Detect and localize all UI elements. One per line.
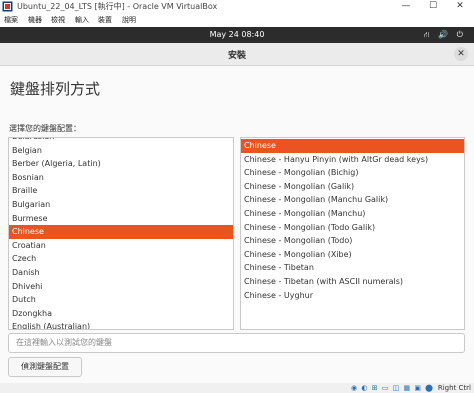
variant-list-item[interactable]: Chinese - Mongolian (Todo)	[241, 234, 464, 248]
dialog-close-button[interactable]: ✕	[454, 47, 468, 61]
virtualbox-app-icon	[2, 1, 13, 12]
layout-list-item[interactable]: Danish	[9, 266, 233, 280]
vbox-title-bar: Ubuntu_22_04_LTS [執行中] - Oracle VM Virtu…	[0, 0, 474, 13]
variant-list-item[interactable]: Chinese - Uyghur	[241, 289, 464, 303]
keyboard-layout-list[interactable]: BelarusianBelgianBerber (Algeria, Latin)…	[8, 137, 234, 330]
variant-list-item[interactable]: Chinese - Mongolian (Galik)	[241, 180, 464, 194]
window-title: Ubuntu_22_04_LTS [執行中] - Oracle VM Virtu…	[17, 2, 218, 11]
layout-list-item[interactable]: Dzongkha	[9, 307, 233, 321]
system-tray-icons[interactable]: ⛙ 🔊 ⏻	[424, 30, 466, 40]
dialog-title: 安裝	[227, 51, 246, 61]
variant-list-item[interactable]: Chinese - Mongolian (Todo Galik)	[241, 221, 464, 235]
layout-list-item[interactable]: Bulgarian	[9, 198, 233, 212]
detect-layout-button[interactable]: 偵測鍵盤配置	[8, 357, 82, 377]
host-key-label: Right Ctrl	[437, 384, 471, 392]
menu-input[interactable]: 輸入	[75, 15, 89, 25]
maximize-button[interactable]: ☐	[423, 0, 443, 13]
layout-list-item[interactable]: Dhivehi	[9, 280, 233, 294]
close-window-button[interactable]: ✕	[450, 0, 470, 13]
variant-list-item[interactable]: Chinese - Tibetan	[241, 261, 464, 275]
page-title: 鍵盤排列方式	[10, 80, 101, 98]
menu-machine[interactable]: 機器	[28, 15, 42, 25]
variant-list-item[interactable]: Chinese - Mongolian (Manchu Galik)	[241, 193, 464, 207]
layout-list-item[interactable]: Dutch	[9, 293, 233, 307]
variant-list-item[interactable]: Chinese - Mongolian (Bichig)	[241, 166, 464, 180]
layout-list-label: 選擇您的鍵盤配置：	[9, 124, 81, 133]
vbox-menu-bar: 檔案 機器 檢視 輸入 裝置 說明	[0, 14, 474, 26]
layout-list-item[interactable]: Burmese	[9, 212, 233, 226]
layout-list-item[interactable]: Belgian	[9, 144, 233, 158]
menu-help[interactable]: 說明	[122, 15, 136, 25]
menu-view[interactable]: 檢視	[51, 15, 65, 25]
keyboard-variant-list[interactable]: Chinese Chinese - Hanyu Pinyin (with AltG…	[240, 137, 465, 330]
menu-devices[interactable]: 裝置	[98, 15, 112, 25]
layout-list-item[interactable]: Chinese	[9, 225, 233, 239]
minimize-button[interactable]: —	[396, 0, 416, 13]
menu-file[interactable]: 檔案	[4, 15, 18, 25]
variant-list-item[interactable]: Chinese - Mongolian (Xibe)	[241, 248, 464, 262]
ubuntu-top-bar: May 24 08:40 ⛙ 🔊 ⏻	[0, 27, 474, 43]
variant-list-item[interactable]: Chinese - Tibetan (with ASCII numerals)	[241, 275, 464, 289]
layout-list-item[interactable]: Czech	[9, 252, 233, 266]
layout-list-item[interactable]: Braille	[9, 184, 233, 198]
layout-list-item[interactable]: Berber (Algeria, Latin)	[9, 157, 233, 171]
layout-list-item[interactable]: English (Australian)	[9, 320, 233, 329]
variant-list-item[interactable]: Chinese - Hanyu Pinyin (with AltGr dead …	[241, 153, 464, 167]
variant-list-item[interactable]: Chinese	[241, 139, 464, 153]
dialog-header: 安裝 ✕	[0, 43, 474, 66]
layout-list-item[interactable]: Croatian	[9, 239, 233, 253]
variant-list-item[interactable]: Chinese - Mongolian (Manchu)	[241, 207, 464, 221]
vbox-status-icons[interactable]: ◉ ◐ ⊞ ▭ ◫ ▦ ▣ ⬤	[351, 384, 434, 392]
vbox-status-bar: ◉ ◐ ⊞ ▭ ◫ ▦ ▣ ⬤ Right Ctrl	[0, 383, 474, 393]
keyboard-test-input[interactable]: 在這裡輸入以測試您的鍵盤	[8, 333, 465, 353]
layout-list-item[interactable]: Belarusian	[9, 138, 233, 144]
clock[interactable]: May 24 08:40	[0, 30, 474, 39]
layout-list-item[interactable]: Bosnian	[9, 171, 233, 185]
